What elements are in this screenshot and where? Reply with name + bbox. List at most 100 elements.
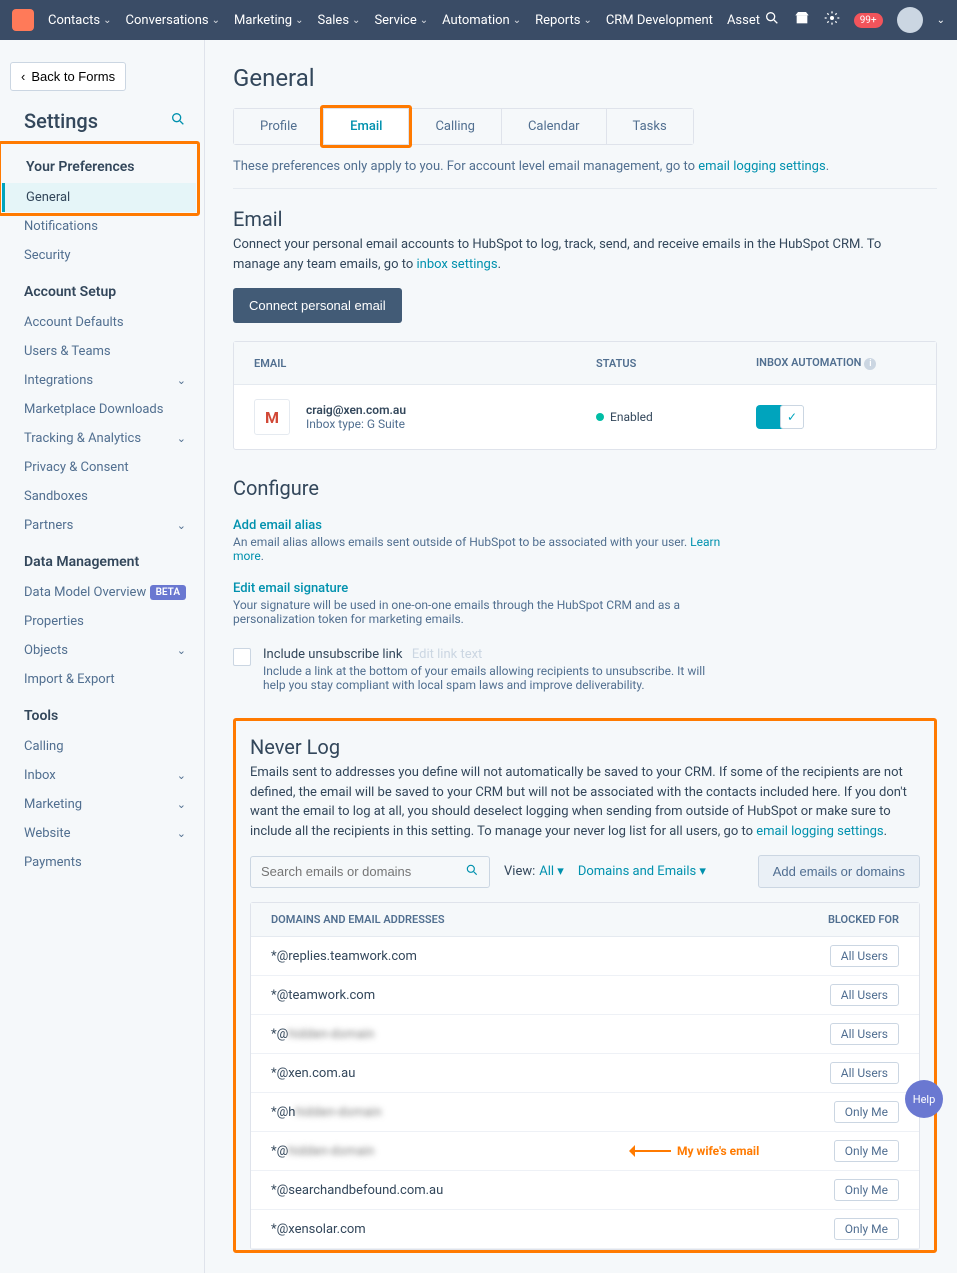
search-icon[interactable] <box>465 863 479 881</box>
col-email: EMAIL <box>254 357 596 370</box>
annotation-arrow: My wife's email <box>631 1144 759 1158</box>
section-account-setup: Account Setup <box>0 270 204 308</box>
nav-crm-dev[interactable]: CRM Development <box>606 13 713 28</box>
add-email-alias-link[interactable]: Add email alias <box>233 518 937 533</box>
avatar[interactable] <box>897 7 923 33</box>
account-caret-icon[interactable]: ⌄ <box>937 15 945 26</box>
sidebar-item-properties[interactable]: Properties <box>0 607 204 636</box>
edit-link-text-disabled: Edit link text <box>412 647 482 662</box>
tab-calendar[interactable]: Calendar <box>502 109 607 144</box>
sidebar-item-marketing[interactable]: Marketing⌄ <box>0 790 204 819</box>
domain-address: *@searchandbefound.com.au <box>271 1183 779 1198</box>
search-icon[interactable] <box>764 10 780 30</box>
sidebar-item-data-model[interactable]: Data Model OverviewBETA <box>0 578 204 607</box>
back-to-forms-button[interactable]: ‹Back to Forms <box>10 62 126 91</box>
sidebar-item-objects[interactable]: Objects⌄ <box>0 636 204 665</box>
sidebar-item-import-export[interactable]: Import & Export <box>0 665 204 694</box>
table-row: *@xen.com.au All Users <box>251 1054 919 1093</box>
tab-email[interactable]: Email <box>324 109 409 144</box>
tab-tasks[interactable]: Tasks <box>607 109 693 144</box>
unsubscribe-label: Include unsubscribe link <box>263 647 402 662</box>
inbox-settings-link[interactable]: inbox settings <box>417 257 498 272</box>
domain-address: *@hhidden-domain <box>271 1105 779 1120</box>
notification-badge[interactable]: 99+ <box>854 13 883 28</box>
settings-search-icon[interactable] <box>170 111 186 131</box>
page-title: General <box>233 64 937 92</box>
domain-address: *@hidden-domain <box>271 1027 779 1042</box>
sidebar-item-privacy[interactable]: Privacy & Consent <box>0 453 204 482</box>
email-address: craig@xen.com.au <box>306 403 406 417</box>
connect-personal-email-button[interactable]: Connect personal email <box>233 288 402 323</box>
nav-asset[interactable]: Asset Marketplace <box>727 13 764 28</box>
status-dot-icon <box>596 413 604 421</box>
blocked-for-pill[interactable]: All Users <box>830 984 899 1006</box>
tab-calling[interactable]: Calling <box>409 109 502 144</box>
never-log-settings-link[interactable]: email logging settings <box>756 824 883 839</box>
nav-service[interactable]: Service <box>374 13 428 28</box>
blocked-for-pill[interactable]: Only Me <box>834 1218 899 1240</box>
marketplace-icon[interactable] <box>794 10 810 30</box>
never-log-section: Never Log Emails sent to addresses you d… <box>233 718 937 1253</box>
info-icon[interactable]: i <box>864 358 876 370</box>
sidebar-item-integrations[interactable]: Integrations⌄ <box>0 366 204 395</box>
sidebar-item-users-teams[interactable]: Users & Teams <box>0 337 204 366</box>
never-log-desc: Emails sent to addresses you define will… <box>250 763 920 841</box>
email-desc: Connect your personal email accounts to … <box>233 235 913 274</box>
col-domains: DOMAINS AND EMAIL ADDRESSES <box>271 913 779 926</box>
domain-address: *@xen.com.au <box>271 1066 779 1081</box>
inbox-automation-toggle[interactable]: ✓ <box>756 405 804 429</box>
sidebar-item-tracking[interactable]: Tracking & Analytics⌄ <box>0 424 204 453</box>
blocked-for-pill[interactable]: All Users <box>830 1023 899 1045</box>
chevron-down-icon: ⌄ <box>177 432 186 445</box>
unsubscribe-checkbox[interactable] <box>233 648 251 666</box>
never-log-heading: Never Log <box>250 735 920 759</box>
sidebar-item-sandboxes[interactable]: Sandboxes <box>0 482 204 511</box>
sidebar-item-inbox[interactable]: Inbox⌄ <box>0 761 204 790</box>
blocked-for-pill[interactable]: Only Me <box>834 1179 899 1201</box>
preferences-note: These preferences only apply to you. For… <box>233 159 937 189</box>
nav-marketing[interactable]: Marketing <box>234 13 303 28</box>
nav-contacts[interactable]: Contacts <box>48 13 112 28</box>
email-heading: Email <box>233 207 937 231</box>
nav-sales[interactable]: Sales <box>317 13 360 28</box>
main-content: General Profile Email Calling Calendar T… <box>205 40 957 1273</box>
sidebar-item-account-defaults[interactable]: Account Defaults <box>0 308 204 337</box>
never-log-search[interactable] <box>250 856 490 888</box>
table-row: *@searchandbefound.com.au Only Me <box>251 1171 919 1210</box>
sidebar-item-website[interactable]: Website⌄ <box>0 819 204 848</box>
table-row: *@replies.teamwork.comAll Users <box>251 937 919 976</box>
email-logging-link[interactable]: email logging settings <box>698 159 825 174</box>
back-label: Back to Forms <box>31 69 115 84</box>
sidebar-item-security[interactable]: Security <box>0 241 204 270</box>
search-input[interactable] <box>261 864 441 879</box>
blocked-for-pill[interactable]: Only Me <box>834 1140 899 1162</box>
hubspot-logo-icon[interactable] <box>12 9 34 31</box>
unsubscribe-row: Include unsubscribe link Edit link text … <box>233 646 937 692</box>
sidebar-item-marketplace-downloads[interactable]: Marketplace Downloads <box>0 395 204 424</box>
sidebar-item-notifications[interactable]: Notifications <box>0 212 204 241</box>
view-domains-dropdown[interactable]: Domains and Emails ▾ <box>578 864 706 879</box>
table-row: *@hidden-domain All Users <box>251 1015 919 1054</box>
nav-automation[interactable]: Automation <box>442 13 521 28</box>
table-row: *@hhidden-domain Only Me <box>251 1093 919 1132</box>
blocked-for-pill[interactable]: Only Me <box>834 1101 899 1123</box>
edit-signature-link[interactable]: Edit email signature <box>233 581 937 596</box>
tab-profile[interactable]: Profile <box>234 109 324 144</box>
section-your-preferences: Your Preferences <box>2 145 196 183</box>
sidebar-item-general[interactable]: General <box>2 183 196 212</box>
blocked-for-pill[interactable]: All Users <box>830 945 899 967</box>
view-all-dropdown[interactable]: All ▾ <box>539 864 564 879</box>
nav-conversations[interactable]: Conversations <box>126 13 220 28</box>
chevron-down-icon: ⌄ <box>177 827 186 840</box>
gear-icon[interactable] <box>824 10 840 30</box>
help-button[interactable]: Help <box>905 1080 943 1118</box>
inbox-type: Inbox type: G Suite <box>306 417 406 431</box>
add-emails-button[interactable]: Add emails or domains <box>758 855 920 888</box>
connected-emails-table: EMAIL STATUS INBOX AUTOMATIONi M craig@x… <box>233 341 937 450</box>
sidebar-item-partners[interactable]: Partners⌄ <box>0 511 204 540</box>
nav-reports[interactable]: Reports <box>535 13 592 28</box>
toggle-knob: ✓ <box>780 405 804 429</box>
sidebar-item-calling[interactable]: Calling <box>0 732 204 761</box>
blocked-for-pill[interactable]: All Users <box>830 1062 899 1084</box>
sidebar-item-payments[interactable]: Payments <box>0 848 204 877</box>
